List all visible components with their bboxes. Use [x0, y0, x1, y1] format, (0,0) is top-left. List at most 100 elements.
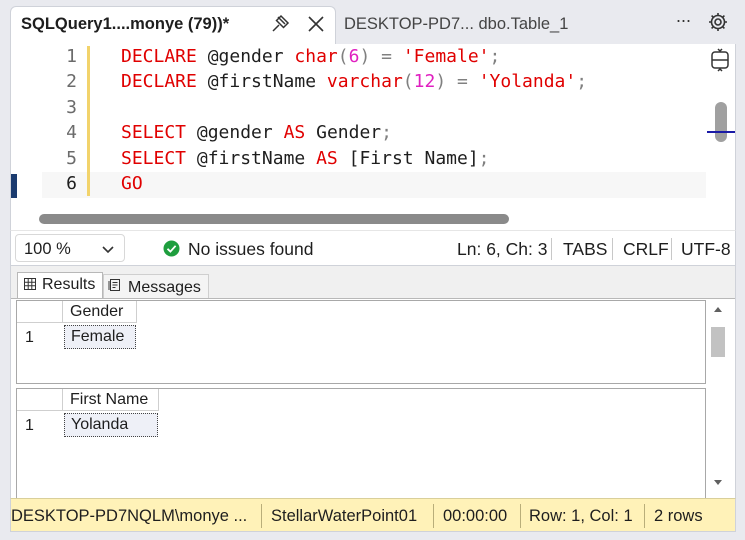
more-options-icon[interactable]: ···: [672, 10, 694, 34]
line-ending[interactable]: CRLF: [623, 239, 669, 260]
code-line[interactable]: GO: [121, 171, 143, 197]
query-status-bar: DESKTOP-PD7NQLM\monye ... StellarWaterPo…: [10, 498, 736, 532]
gear-icon[interactable]: [707, 11, 729, 33]
code-token: ;: [381, 122, 392, 143]
column-header-label: Gender: [70, 303, 124, 320]
code-line[interactable]: SELECT @firstName AS [First Name];: [121, 146, 490, 172]
tab-title: DESKTOP-PD7... dbo.Table_1: [344, 15, 569, 33]
check-circle-icon: [163, 240, 180, 257]
code-token: 'Female': [402, 46, 490, 67]
cell-value: Female: [71, 328, 125, 345]
code-token: 12: [413, 71, 436, 92]
code-token: ;: [489, 46, 501, 67]
code-token: =: [381, 46, 392, 67]
code-line[interactable]: SELECT @gender AS Gender;: [121, 120, 392, 146]
code-token: 6: [348, 46, 360, 67]
server-connection[interactable]: DESKTOP-PD7NQLM\monye ...: [11, 507, 247, 526]
code-token: @firstName: [207, 71, 317, 92]
separator: [644, 504, 645, 528]
results-scroll-thumb[interactable]: [711, 327, 725, 357]
database-name[interactable]: StellarWaterPoint01: [271, 507, 417, 526]
code-token: =: [457, 71, 468, 92]
code-token: AS: [283, 122, 306, 143]
close-icon[interactable]: [305, 13, 327, 35]
line-number: 3: [66, 97, 77, 118]
grid-icon: [23, 277, 37, 291]
code-token: SELECT: [121, 148, 187, 169]
code-token: @gender: [207, 46, 284, 67]
code-token: Gender: [316, 122, 382, 143]
code-token: ;: [576, 71, 588, 92]
code-line[interactable]: DECLARE @gender char(6) = 'Female';: [121, 44, 500, 70]
editor-scroll-thumb[interactable]: [715, 102, 727, 142]
grid-cursor-position: Row: 1, Col: 1: [529, 507, 633, 525]
code-token: (: [402, 71, 414, 92]
scroll-down-icon[interactable]: [711, 477, 725, 489]
split-editor-icon[interactable]: [709, 48, 731, 72]
results-pane: Results Messages Gender 1 Female First N…: [10, 266, 736, 499]
line-number: 4: [66, 122, 77, 143]
grid-corner: [17, 389, 63, 411]
tab-title: SQLQuery1....monye (79))*: [21, 15, 230, 33]
zoom-select[interactable]: 100 %: [15, 234, 125, 262]
line-number: 2: [66, 71, 77, 92]
column-header-label: First Name: [70, 391, 149, 408]
separator: [671, 238, 672, 260]
encoding[interactable]: UTF-8: [681, 239, 731, 260]
cursor-position[interactable]: Ln: 6, Ch: 3: [457, 239, 547, 260]
indent-mode[interactable]: TABS: [563, 239, 607, 260]
cell-value: Yolanda: [71, 416, 129, 433]
scroll-up-icon[interactable]: [711, 303, 725, 315]
grid-corner: [17, 301, 63, 323]
issues-status[interactable]: No issues found: [188, 239, 314, 260]
code-token: ): [359, 46, 371, 67]
line-number: 6: [66, 173, 77, 194]
tab-label: Results: [42, 276, 96, 293]
row-number: 1: [25, 329, 34, 346]
editor-status-bar: 100 % No issues found Ln: 6, Ch: 3 TABS …: [10, 230, 736, 266]
separator: [520, 504, 521, 528]
pin-icon[interactable]: [269, 13, 291, 35]
line-number: 1: [66, 46, 77, 67]
tab-results[interactable]: Results: [17, 272, 103, 298]
code-token: char: [294, 46, 338, 67]
editor-horizontal-scroll-thumb[interactable]: [39, 214, 509, 224]
code-token: GO: [121, 173, 143, 194]
code-token: DECLARE: [121, 46, 197, 67]
code-token: DECLARE: [121, 71, 197, 92]
result-grid-1[interactable]: Gender 1 Female: [16, 300, 706, 384]
line-number: 5: [66, 148, 77, 169]
code-token: @gender: [196, 122, 273, 143]
code-token: ): [435, 71, 447, 92]
tab-messages[interactable]: Messages: [103, 274, 209, 298]
results-grid-area: Gender 1 Female First Name 1 Yolanda: [11, 298, 735, 499]
elapsed-time: 00:00:00: [443, 507, 508, 525]
unsaved-changes-bar: [87, 46, 90, 196]
tab-sqlquery1[interactable]: SQLQuery1....monye (79))*: [10, 6, 336, 44]
document-tab-strip: SQLQuery1....monye (79))* DESKTOP-PD7...…: [0, 0, 745, 44]
tab-table1[interactable]: DESKTOP-PD7... dbo.Table_1: [336, 8, 636, 42]
chevron-down-icon: [100, 241, 116, 257]
code-token: (: [337, 46, 349, 67]
code-token: varchar: [326, 71, 403, 92]
separator: [612, 238, 613, 260]
result-grid-2[interactable]: First Name 1 Yolanda: [16, 388, 706, 499]
code-line[interactable]: DECLARE @firstName varchar(12) = 'Yoland…: [121, 69, 587, 95]
query-editor[interactable]: 1 2 3 4 5 6 DECLARE @gender char(6) = 'F…: [10, 44, 736, 230]
messages-icon: [108, 278, 122, 292]
code-token: AS: [316, 148, 338, 169]
row-number: 1: [25, 417, 34, 434]
zoom-value: 100 %: [24, 240, 71, 258]
